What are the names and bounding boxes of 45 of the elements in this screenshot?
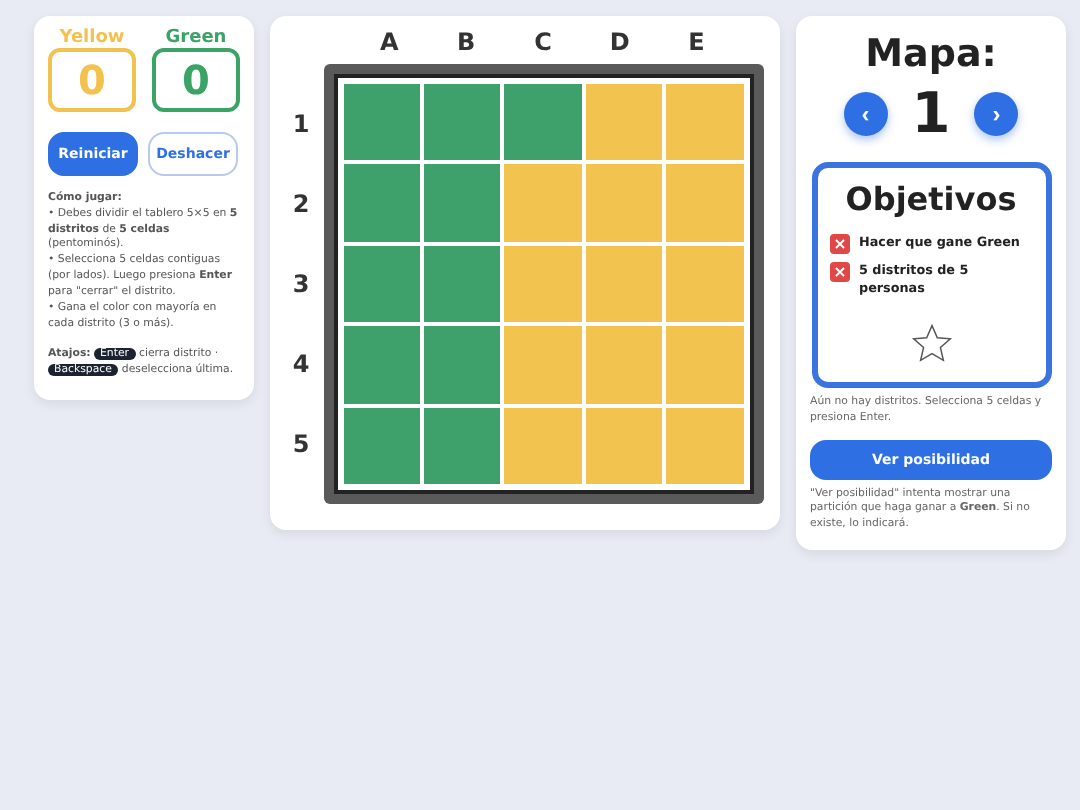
board-cell[interactable] xyxy=(666,84,743,161)
board-cell[interactable] xyxy=(423,164,501,242)
board-cell[interactable] xyxy=(343,407,420,484)
board-cell[interactable] xyxy=(504,407,582,484)
board-cell[interactable] xyxy=(343,245,420,323)
score-label: Green xyxy=(165,28,227,48)
objectives-title: Objetivos xyxy=(845,180,1017,218)
board-cell[interactable] xyxy=(423,245,501,323)
board-cell[interactable] xyxy=(666,245,743,323)
column-label: D xyxy=(607,28,632,56)
row-label: 5 xyxy=(290,430,312,458)
board-cell[interactable] xyxy=(343,84,420,161)
map-number: 1 xyxy=(911,80,951,146)
row-label: 3 xyxy=(290,270,312,298)
score-value: 0 xyxy=(48,48,136,112)
board-cell[interactable] xyxy=(585,407,663,484)
row-label: 1 xyxy=(290,110,312,138)
board-cell[interactable] xyxy=(343,164,420,242)
score-value: 0 xyxy=(152,48,240,112)
board-cell[interactable] xyxy=(666,326,743,404)
board-cell[interactable] xyxy=(423,84,501,161)
board-cell[interactable] xyxy=(666,407,743,484)
board-cell[interactable] xyxy=(504,326,582,404)
row-label: 2 xyxy=(290,190,312,218)
column-label: B xyxy=(455,28,478,56)
board-cell[interactable] xyxy=(504,84,582,161)
board-cell[interactable] xyxy=(585,164,663,242)
column-label: C xyxy=(532,28,554,56)
board-cell[interactable] xyxy=(423,407,501,484)
board-cell[interactable] xyxy=(343,326,420,404)
score-label: Yellow xyxy=(59,28,125,48)
board-cell[interactable] xyxy=(585,245,663,323)
next-button[interactable]: › xyxy=(974,91,1019,135)
column-label: E xyxy=(686,28,707,56)
board-cell[interactable] xyxy=(585,326,663,404)
board-cell[interactable] xyxy=(666,164,743,242)
row-label: 4 xyxy=(290,350,312,378)
map-title: Mapa: xyxy=(865,32,997,76)
previous-button[interactable]: ‹ xyxy=(843,91,888,135)
board-cell[interactable] xyxy=(585,84,663,161)
star-icon xyxy=(909,321,953,366)
board-cell[interactable] xyxy=(504,164,582,242)
board-cell[interactable] xyxy=(423,326,501,404)
column-label: A xyxy=(378,28,401,56)
board-cell[interactable] xyxy=(504,245,582,323)
